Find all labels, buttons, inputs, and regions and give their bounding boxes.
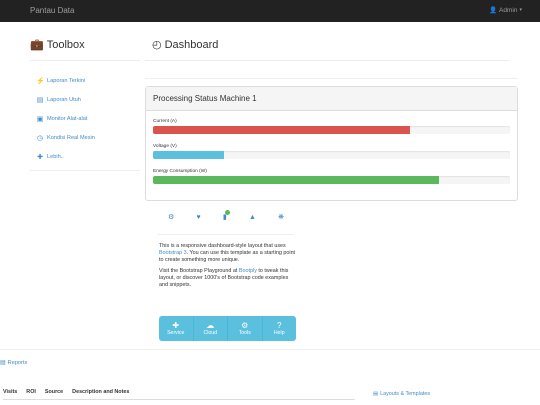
brand-link[interactable]: Pantau Data xyxy=(30,6,74,15)
bootstrap-link[interactable]: Bootstrap 3 xyxy=(159,250,187,256)
tools-button[interactable]: ⚙ Tools xyxy=(228,316,263,341)
caret-down-icon: ▾ xyxy=(519,7,522,13)
top-navbar: Pantau Data 👤 Admin ▾ xyxy=(0,0,540,22)
info-text-part: This is a responsive dashboard-style lay… xyxy=(159,243,286,249)
question-icon: ? xyxy=(277,321,282,330)
progress-track xyxy=(153,176,510,184)
machine-status-panel: Processing Status Machine 1 Current (A) … xyxy=(145,86,518,201)
reports-link[interactable]: ▤ Reports xyxy=(0,359,28,367)
heart-icon[interactable]: ♥ xyxy=(197,214,201,221)
info-paragraph-2: Visit the Bootstrap Playground at Bootpl… xyxy=(159,268,296,289)
plus-icon: ✚ xyxy=(37,153,43,161)
action-button-group: ✚ Service ☁ Cloud ⚙ Tools ? Help xyxy=(159,316,296,341)
notification-dot xyxy=(224,210,230,215)
progress-fill xyxy=(153,126,411,134)
toolbox-heading: 💼 Toolbox xyxy=(30,38,85,52)
dashboard-heading: ◴ Dashboard xyxy=(152,38,219,52)
list-icon: ▤ xyxy=(0,360,6,366)
sidebar-item-label: Monitor Alat-alat xyxy=(47,115,88,122)
meter-energy: Energy Consumption (W) xyxy=(153,169,510,184)
layouts-label: Layouts & Templates xyxy=(380,391,431,397)
toolbox-title: Toolbox xyxy=(46,38,85,51)
button-label: Cloud xyxy=(203,330,218,336)
divider xyxy=(30,60,140,61)
sidebar-nav: ⚡ Laporan Terkini ▤ Laporan Utuh ▣ Monit… xyxy=(36,71,136,166)
cog-icon[interactable]: ⚙ xyxy=(168,213,174,221)
info-text: This is a responsive dashboard-style lay… xyxy=(159,243,296,293)
list-icon: ▤ xyxy=(373,391,379,397)
meter-current: Current (A) xyxy=(153,119,510,134)
briefcase-icon: ▣ xyxy=(36,115,44,123)
service-button[interactable]: ✚ Service xyxy=(159,316,194,341)
sidebar-item-label: Laporan Terkini xyxy=(47,77,86,84)
button-label: Service xyxy=(167,330,185,336)
divider xyxy=(158,234,294,235)
meter-label: Energy Consumption (W) xyxy=(153,169,207,174)
meter-voltage: Voltage (V) xyxy=(153,144,510,159)
dashboard-title: Dashboard xyxy=(164,38,219,51)
cloud-button[interactable]: ☁ Cloud xyxy=(194,316,228,341)
meter-label: Current (A) xyxy=(153,119,177,124)
progress-track xyxy=(153,151,510,159)
meter-label: Voltage (V) xyxy=(153,144,177,149)
column-header: Visits xyxy=(3,389,18,395)
sidebar-item-laporan-utuh[interactable]: ▤ Laporan Utuh xyxy=(36,90,136,109)
sidebar-item-label: Kondisi Real Mesin xyxy=(47,134,95,141)
column-header: Description and Notes xyxy=(72,389,130,395)
progress-fill xyxy=(153,151,225,159)
button-label: Help xyxy=(273,330,285,336)
table-divider xyxy=(3,399,355,400)
divider xyxy=(145,78,518,79)
sidebar-item-label: Lebih.. xyxy=(47,153,64,160)
briefcase-icon: 💼 xyxy=(30,39,44,51)
sidebar-item-monitor[interactable]: ▣ Monitor Alat-alat xyxy=(36,109,136,128)
divider xyxy=(145,60,510,61)
sidebar-item-kondisi[interactable]: ◷ Kondisi Real Mesin xyxy=(36,128,136,147)
bootply-link[interactable]: Bootply xyxy=(239,268,257,274)
user-icon: 👤 xyxy=(488,7,498,14)
comment-icon[interactable]: ▮ xyxy=(223,210,230,221)
quick-icon-row: ⚙ ♥ ▮ ▲ ❋ xyxy=(160,208,292,226)
sidebar-item-laporan-terkini[interactable]: ⚡ Laporan Terkini xyxy=(36,71,136,90)
clock-icon: ◷ xyxy=(36,134,44,142)
user-menu[interactable]: 👤 Admin ▾ xyxy=(488,6,522,15)
table-header: Visits ROI Source Description and Notes xyxy=(3,389,138,395)
button-label: Tools xyxy=(238,330,251,336)
cloud-icon: ☁ xyxy=(206,321,215,330)
user-icon[interactable]: ▲ xyxy=(249,214,256,221)
settings-icon[interactable]: ❋ xyxy=(278,213,284,221)
progress-track xyxy=(153,126,510,134)
info-text-part: Visit the Bootstrap Playground at xyxy=(159,268,239,274)
help-button[interactable]: ? Help xyxy=(263,316,297,341)
dashboard-icon: ◴ xyxy=(152,39,162,51)
panel-title: Processing Status Machine 1 xyxy=(146,87,517,111)
sidebar-item-lebih[interactable]: ✚ Lebih.. xyxy=(36,147,136,166)
progress-fill xyxy=(153,176,439,184)
column-header: ROI xyxy=(26,389,36,395)
layouts-templates-link[interactable]: ▤ Layouts & Templates xyxy=(373,391,430,397)
divider xyxy=(30,170,140,171)
divider xyxy=(0,349,540,350)
info-paragraph-1: This is a responsive dashboard-style lay… xyxy=(159,243,296,264)
cog-icon: ⚙ xyxy=(241,321,249,330)
column-header: Source xyxy=(44,389,64,395)
reports-label: Reports xyxy=(7,359,28,366)
sidebar-item-label: Laporan Utuh xyxy=(47,96,81,103)
list-icon: ▤ xyxy=(36,96,44,104)
plus-icon: ✚ xyxy=(172,321,180,330)
user-name: Admin xyxy=(499,6,518,14)
bolt-icon: ⚡ xyxy=(36,77,45,85)
